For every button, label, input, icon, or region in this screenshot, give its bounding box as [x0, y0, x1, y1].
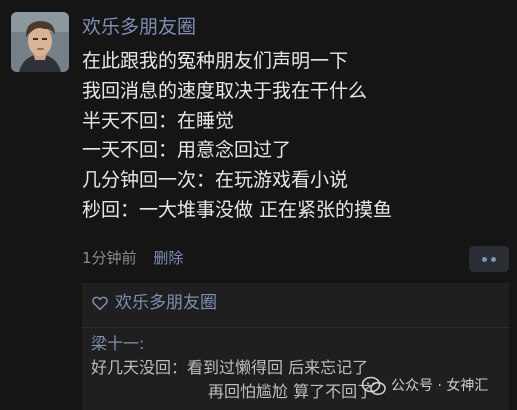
- watermark: 公众号 · 女神汇: [361, 376, 488, 396]
- delete-link[interactable]: 删除: [153, 249, 183, 267]
- post-text-line: 我回消息的速度取决于我在干什么: [82, 79, 368, 102]
- divider: [82, 327, 509, 328]
- comment-author[interactable]: 梁十一:: [91, 332, 501, 356]
- more-dots-icon: [482, 256, 487, 262]
- post-text-line: 几分钟回一次：在玩游戏看小说: [82, 169, 349, 192]
- watermark-text: 公众号 · 女神汇: [391, 378, 489, 394]
- post-content: 在此跟我的冤种朋友们声明一下 我回消息的速度取决于我在干什么 半天不回：在睡觉 …: [82, 47, 502, 226]
- moments-post: 欢乐多朋友圈 在此跟我的冤种朋友们声明一下 我回消息的速度取决于我在干什么 半天…: [0, 0, 517, 410]
- post-author-name[interactable]: 欢乐多朋友圈: [82, 15, 196, 39]
- post-text-line: 在此跟我的冤种朋友们声明一下: [82, 50, 349, 72]
- post-text-line: 一天不回：用意念回过了: [82, 139, 292, 162]
- wechat-logo-icon: [361, 376, 386, 396]
- post-timestamp: 1分钟前: [82, 249, 137, 267]
- post-text-line: 秒回：一大堆事没做 正在紧张的摸鱼: [82, 198, 393, 221]
- avatar[interactable]: [11, 12, 69, 72]
- post-text-line: 半天不回：在睡觉: [82, 109, 235, 132]
- heart-outline-icon: [92, 296, 108, 311]
- post-meta: 1分钟前 删除: [82, 247, 183, 269]
- likes-row: 欢乐多朋友圈: [91, 292, 217, 314]
- more-dots-icon: [491, 256, 496, 262]
- more-actions-button[interactable]: [469, 246, 509, 272]
- liker-name[interactable]: 欢乐多朋友圈: [115, 292, 217, 314]
